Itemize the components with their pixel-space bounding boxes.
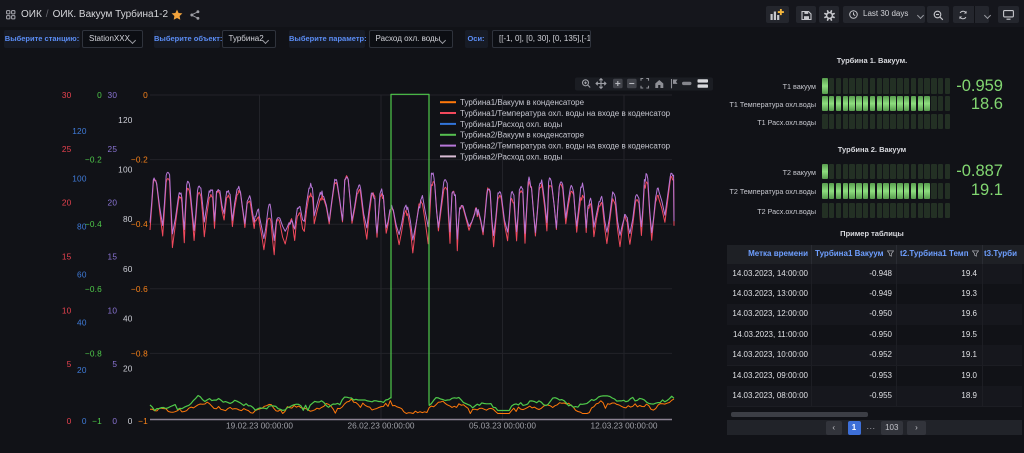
svg-text:Турбина1/Расход охл. воды: Турбина1/Расход охл. воды	[460, 120, 563, 129]
svg-text:10: 10	[108, 305, 118, 315]
svg-text:15: 15	[62, 252, 72, 262]
svg-text:Турбина1/Вакуум в конденсаторе: Турбина1/Вакуум в конденсаторе	[460, 98, 585, 107]
svg-text:0: 0	[82, 416, 87, 426]
svg-text:−0.6: −0.6	[131, 284, 148, 294]
svg-text:0: 0	[97, 90, 102, 100]
svg-text:12.03.23 00:00:00: 12.03.23 00:00:00	[591, 421, 658, 431]
svg-text:20: 20	[123, 363, 133, 373]
svg-text:100: 100	[72, 174, 87, 184]
svg-text:30: 30	[108, 90, 118, 100]
svg-text:−0.8: −0.8	[131, 348, 148, 358]
svg-text:−1: −1	[138, 416, 148, 426]
svg-text:−0.8: −0.8	[85, 348, 102, 358]
svg-text:15: 15	[108, 252, 118, 262]
svg-text:10: 10	[62, 305, 72, 315]
svg-text:40: 40	[123, 314, 133, 324]
svg-text:60: 60	[77, 269, 87, 279]
svg-text:05.03.23 00:00:00: 05.03.23 00:00:00	[469, 421, 536, 431]
svg-text:0: 0	[67, 416, 72, 426]
svg-text:Турбина2/Расход охл. воды: Турбина2/Расход охл. воды	[460, 152, 563, 161]
svg-text:5: 5	[112, 359, 117, 369]
svg-text:−0.2: −0.2	[85, 155, 102, 165]
svg-text:26.02.23 00:00:00: 26.02.23 00:00:00	[348, 421, 415, 431]
svg-text:−0.4: −0.4	[85, 219, 102, 229]
svg-text:0: 0	[128, 416, 133, 426]
svg-text:25: 25	[108, 144, 118, 154]
svg-text:Турбина1/Температура охл. воды: Турбина1/Температура охл. воды на входе …	[460, 109, 671, 118]
svg-text:−0.6: −0.6	[85, 284, 102, 294]
svg-text:120: 120	[72, 126, 87, 136]
svg-text:Турбина2/Температура охл. воды: Турбина2/Температура охл. воды на входе …	[460, 142, 671, 151]
svg-text:−1: −1	[92, 416, 102, 426]
svg-text:Турбина2/Вакуум в конденсаторе: Турбина2/Вакуум в конденсаторе	[460, 131, 585, 140]
svg-text:30: 30	[62, 90, 72, 100]
svg-text:25: 25	[62, 144, 72, 154]
svg-text:40: 40	[77, 317, 87, 327]
svg-text:19.02.23 00:00:00: 19.02.23 00:00:00	[226, 421, 293, 431]
svg-text:5: 5	[67, 359, 72, 369]
svg-text:0: 0	[112, 416, 117, 426]
svg-text:20: 20	[62, 198, 72, 208]
svg-text:−0.4: −0.4	[131, 219, 148, 229]
svg-text:120: 120	[118, 115, 133, 125]
svg-text:60: 60	[123, 264, 133, 274]
svg-text:100: 100	[118, 165, 133, 175]
svg-text:20: 20	[108, 198, 118, 208]
svg-text:−0.2: −0.2	[131, 155, 148, 165]
svg-text:0: 0	[143, 90, 148, 100]
svg-text:20: 20	[77, 365, 87, 375]
